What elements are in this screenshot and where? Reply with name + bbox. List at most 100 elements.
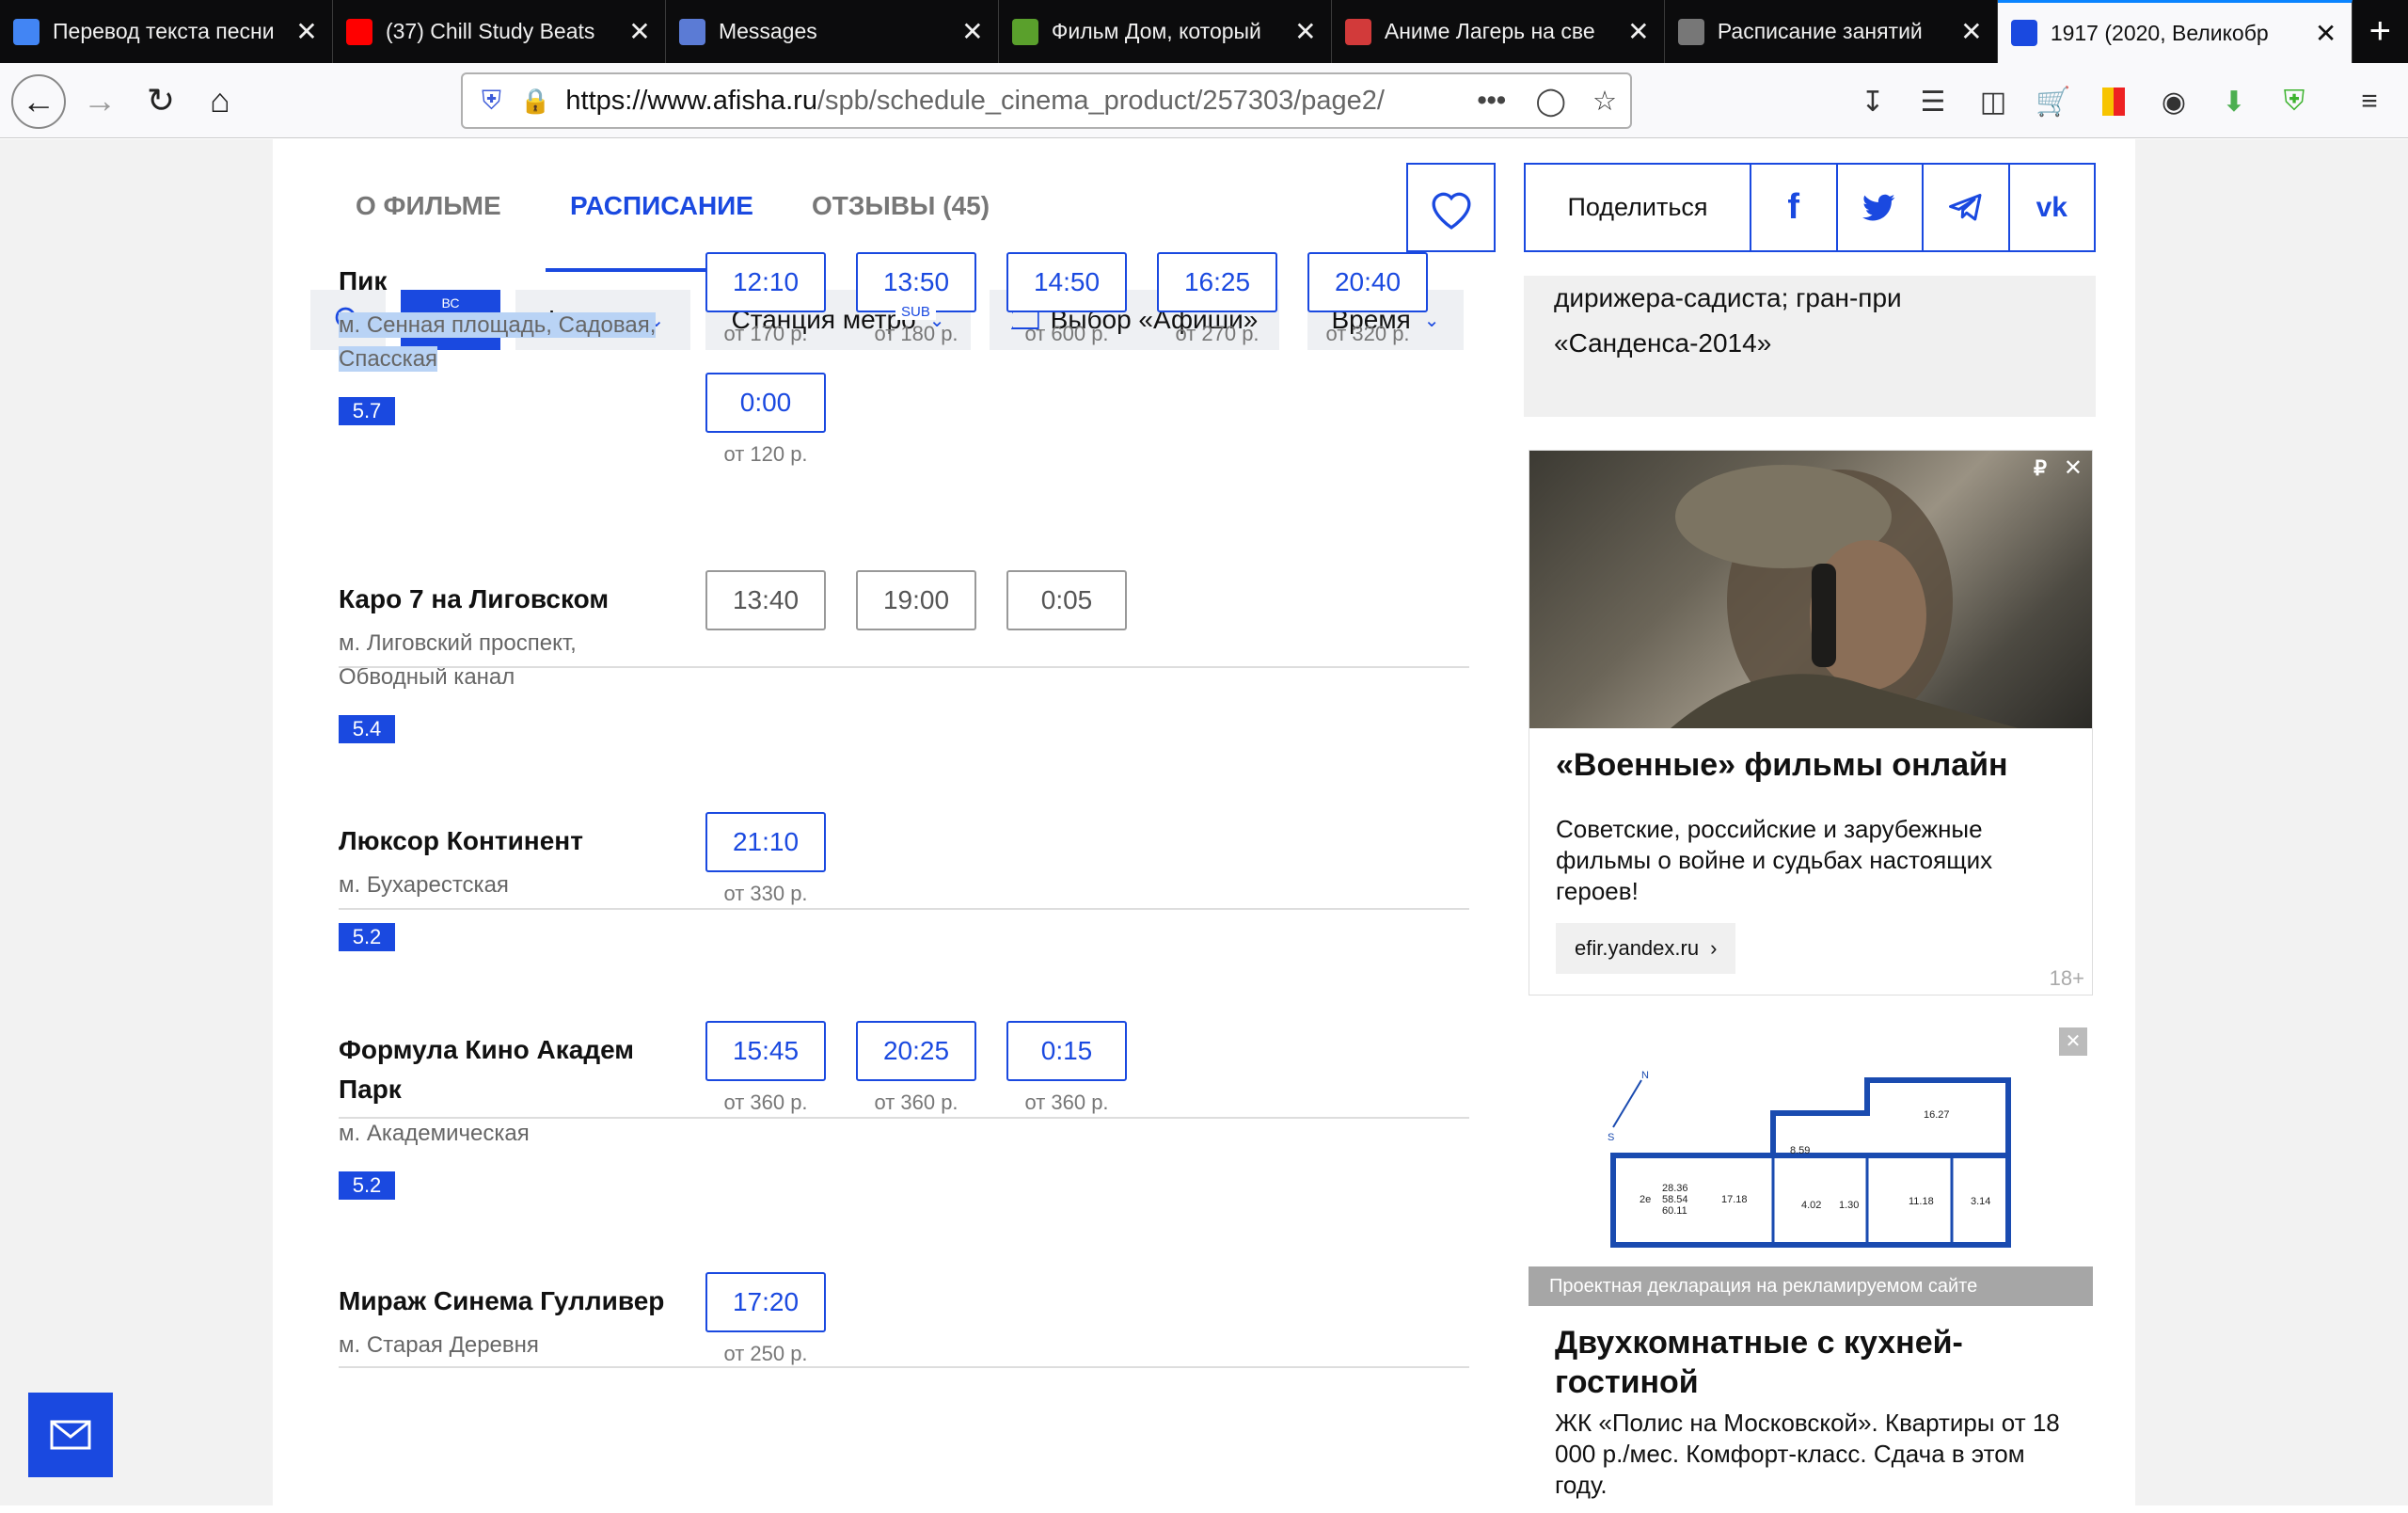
cinema-name[interactable]: Мираж Синема Гулливер <box>339 1282 677 1321</box>
session: 0:15 от 360 р. <box>1006 1021 1127 1115</box>
lock-icon: 🔒 <box>520 86 551 115</box>
ad-war-movies-text: Советские, российские и зарубежные фильм… <box>1556 815 1993 905</box>
metro-stations: м. Академическая <box>339 1121 530 1146</box>
telegram-share-button[interactable] <box>1924 165 2010 250</box>
ad-war-movies-title: «Военные» фильмы онлайн <box>1556 747 2008 783</box>
cinema-name[interactable]: Пик <box>339 262 677 301</box>
tab-schedule[interactable]: РАСПИСАНИЕ <box>570 191 753 221</box>
session-time: 20:25 <box>882 1036 950 1065</box>
session-time-button[interactable]: 15:45 <box>705 1021 826 1081</box>
close-tab-icon[interactable]: ✕ <box>960 16 985 47</box>
session-time-button[interactable]: 20:40 <box>1307 252 1428 312</box>
extension-download-icon[interactable]: ⬇ <box>2216 84 2252 119</box>
sidebar-icon[interactable]: ◫ <box>1975 84 2011 119</box>
ad-war-movies[interactable]: ₽ ✕ «Военные» фильмы онлайн Советские, р… <box>1529 450 2093 995</box>
library-icon[interactable]: ☰ <box>1915 84 1951 119</box>
tab-reviews[interactable]: ОТЗЫВЫ (45) <box>812 191 990 221</box>
ad-close-icon[interactable]: ✕ <box>2059 1027 2087 1056</box>
telegram-icon <box>1948 193 1982 220</box>
session-time-button[interactable]: 16:25 <box>1157 252 1277 312</box>
floor-plan: N S 16.27 8.59 17.18 4.02 1.30 11.18 3.1… <box>1608 1070 2011 1248</box>
feedback-mail-button[interactable] <box>28 1393 113 1477</box>
cinema-name[interactable]: Люксор Континент <box>339 821 677 861</box>
extension-globe-icon[interactable]: ◉ <box>2156 84 2192 119</box>
reload-button[interactable]: ↻ <box>136 76 185 125</box>
ad-close-icon[interactable]: ✕ <box>2064 454 2083 482</box>
browser-tab[interactable]: Фильм Дом, который ✕ <box>999 0 1332 63</box>
ad-apartments[interactable]: N S 16.27 8.59 17.18 4.02 1.30 11.18 3.1… <box>1529 1024 2093 1513</box>
browser-tab[interactable]: Перевод текста песни ✕ <box>0 0 333 63</box>
envelope-icon <box>50 1420 91 1450</box>
menu-icon[interactable]: ≡ <box>2352 84 2387 119</box>
twitter-share-button[interactable] <box>1838 165 1924 250</box>
session-time-button[interactable]: 19:00 <box>856 570 976 630</box>
svg-text:58.54: 58.54 <box>1662 1194 1688 1205</box>
shopping-cart-icon[interactable]: 🛒 <box>2036 84 2071 119</box>
svg-text:N: N <box>1641 1070 1649 1081</box>
vk-share-button[interactable]: vk <box>2010 165 2095 250</box>
url-host: https://www.afisha.ru <box>565 85 817 116</box>
ad-apartments-text: ЖК «Полис на Московской». Квартиры от 18… <box>1555 1409 2060 1499</box>
page-content: О ФИЛЬМЕ РАСПИСАНИЕ ОТЗЫВЫ (45) Поделить… <box>273 139 2135 1513</box>
session-time: 21:10 <box>732 827 800 856</box>
row-divider <box>339 1117 1469 1119</box>
session-time-button[interactable]: 0:15 <box>1006 1021 1127 1081</box>
browser-tab[interactable]: (37) Chill Study Beats ✕ <box>333 0 666 63</box>
cinema-row: Формула Кино Академ Парк м. Академическая… <box>339 1021 1467 1200</box>
bookmark-star-icon[interactable]: ☆ <box>1592 85 1617 118</box>
browser-tab[interactable]: Расписание занятий ✕ <box>1665 0 1998 63</box>
session-time-button[interactable]: 13:50 SUB <box>856 252 976 320</box>
session-time-button[interactable]: 21:10 <box>705 812 826 872</box>
vpn-shield-icon[interactable]: ⛨ <box>2276 84 2312 119</box>
facebook-share-button[interactable]: f <box>1751 165 1838 250</box>
forward-button[interactable]: → <box>75 76 124 125</box>
close-tab-icon[interactable]: ✕ <box>1959 16 1984 47</box>
back-button[interactable]: ← <box>11 74 66 129</box>
close-tab-icon[interactable]: ✕ <box>627 16 652 47</box>
session-time-button[interactable]: 14:50 <box>1006 252 1127 312</box>
close-tab-icon[interactable]: ✕ <box>294 16 319 47</box>
ad-ruble-badge: ₽ <box>2034 456 2047 480</box>
session-time: 16:25 <box>1183 267 1251 296</box>
bookmark-flag-icon[interactable] <box>2096 84 2131 119</box>
close-tab-icon[interactable]: ✕ <box>1293 16 1318 47</box>
session-time: 0:15 <box>1040 1036 1093 1065</box>
session-price: от 360 р. <box>723 1091 808 1114</box>
favorite-button[interactable] <box>1406 163 1496 252</box>
session-time-button[interactable]: 0:00 <box>705 373 826 433</box>
browser-tab[interactable]: Аниме Лагерь на све ✕ <box>1332 0 1665 63</box>
cinema-name[interactable]: Формула Кино Академ Парк <box>339 1030 677 1109</box>
home-icon: ⌂ <box>210 81 230 119</box>
row-divider <box>339 908 1469 910</box>
downloads-icon[interactable]: ↧ <box>1855 84 1891 119</box>
home-button[interactable]: ⌂ <box>196 76 245 125</box>
session-time-button[interactable]: 0:05 <box>1006 570 1127 630</box>
cinema-name[interactable]: Каро 7 на Лиговском <box>339 580 677 619</box>
tab-title: (37) Chill Study Beats <box>385 19 595 43</box>
browser-tab[interactable]: Messages ✕ <box>666 0 999 63</box>
session-time: 19:00 <box>882 585 950 614</box>
shield-icon: ⛨ <box>482 85 502 115</box>
session-time: 12:10 <box>732 267 800 296</box>
ad-apartments-disclaimer: Проектная декларация на рекламируемом са… <box>1529 1266 2093 1306</box>
pocket-icon[interactable]: ◯ <box>1536 85 1566 118</box>
address-bar[interactable]: ⛨ 🔒 https://www.afisha.ru/spb/schedule_c… <box>461 72 1632 129</box>
close-tab-icon[interactable]: ✕ <box>1626 16 1651 47</box>
session-time-button[interactable]: 17:20 <box>705 1272 826 1332</box>
close-tab-icon[interactable]: ✕ <box>2314 18 2338 49</box>
facebook-icon: f <box>1787 187 1800 227</box>
session-time-button[interactable]: 20:25 <box>856 1021 976 1081</box>
metro-stations: м. Лиговский проспект, Обводный канал <box>339 630 577 690</box>
ad-war-movies-image: ₽ ✕ <box>1529 451 2092 733</box>
anime-icon <box>1344 18 1371 45</box>
page-actions-button[interactable]: ••• <box>1478 86 1506 117</box>
browser-tab[interactable]: 1917 (2020, Великобр ✕ <box>1997 0 2353 63</box>
ad-war-movies-link[interactable]: efir.yandex.ru › <box>1556 923 1736 974</box>
new-tab-button[interactable]: + <box>2353 0 2408 63</box>
session-time-button[interactable]: 12:10 <box>705 252 826 312</box>
row-divider <box>339 1366 1469 1368</box>
tab-about[interactable]: О ФИЛЬМЕ <box>356 191 501 221</box>
session-time-button[interactable]: 13:40 <box>705 570 826 630</box>
share-label: Поделиться <box>1526 165 1751 250</box>
session-time: 15:45 <box>732 1036 800 1065</box>
